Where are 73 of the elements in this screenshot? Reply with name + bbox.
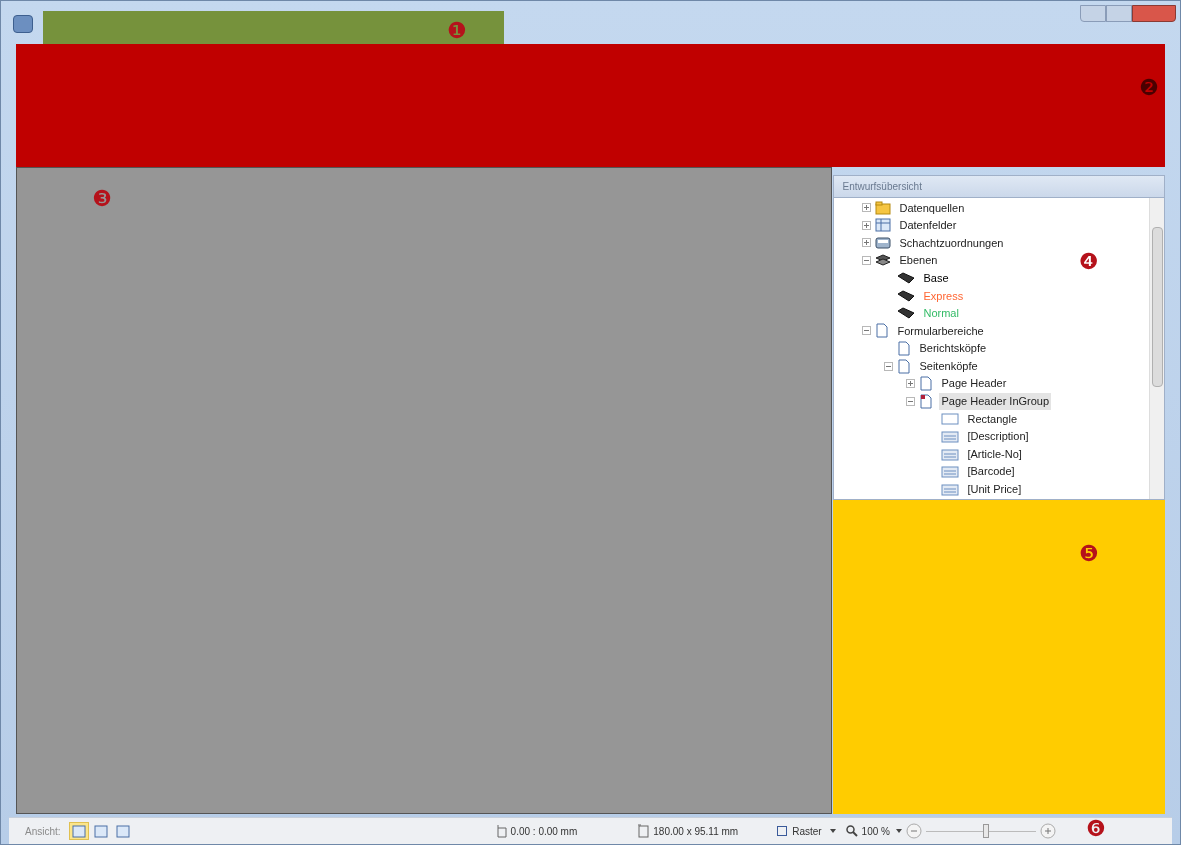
grid-icon: [776, 825, 789, 837]
plus-icon: [907, 380, 915, 388]
text-field-icon: [941, 465, 960, 479]
expand-toggle[interactable]: [862, 220, 872, 230]
tree-item[interactable]: Seitenköpfe: [917, 357, 980, 375]
position-text: 0.00 : 0.00 mm: [510, 824, 578, 839]
tree-item[interactable]: Datenquellen: [897, 199, 967, 217]
grid-dropdown[interactable]: Raster: [776, 823, 822, 839]
close-button[interactable]: [1132, 5, 1176, 22]
page-icon: [875, 323, 890, 339]
zoom-slider[interactable]: [925, 823, 1036, 839]
tree-item[interactable]: [Unit Price]: [965, 481, 1024, 498]
rectangle-icon: [941, 412, 960, 426]
tree-item[interactable]: Page Header: [939, 375, 1009, 392]
callout-number: ❹: [1079, 251, 1099, 273]
layers-icon: [875, 253, 892, 268]
app-icon[interactable]: [13, 15, 33, 33]
tree-item[interactable]: [Article-No]: [965, 445, 1024, 463]
tree-item[interactable]: Rectangle: [965, 410, 1019, 428]
minimize-button[interactable]: [1080, 5, 1106, 22]
zoom-text: 100 %: [861, 824, 890, 839]
expand-toggle[interactable]: [862, 238, 872, 248]
tree-item[interactable]: Schachtzuordnungen: [897, 234, 1006, 252]
plus-icon: [863, 221, 871, 229]
table-icon: [875, 218, 892, 233]
callout-number: ❶: [447, 20, 467, 42]
expand-toggle[interactable]: [906, 379, 916, 389]
tree-item[interactable]: [Description]: [965, 428, 1031, 445]
tree-item[interactable]: Datenfelder: [897, 217, 959, 234]
slider-thumb[interactable]: [983, 824, 990, 838]
tray-icon: [875, 236, 892, 250]
tree-item[interactable]: Ebenen: [897, 252, 940, 269]
page-icon: [897, 341, 912, 357]
callout-number: ❸: [92, 188, 112, 210]
eraser-icon: [897, 289, 916, 302]
callout-number: ❻: [1086, 818, 1106, 840]
view-label: Ansicht:: [25, 824, 61, 839]
zoom-in-icon[interactable]: [1039, 823, 1056, 839]
collapse-toggle[interactable]: [906, 396, 916, 406]
text-field-icon: [941, 430, 960, 443]
callout-number: ❺: [1079, 543, 1099, 565]
text-field-icon: [941, 447, 960, 461]
collapse-toggle[interactable]: [862, 326, 872, 336]
collapse-toggle[interactable]: [884, 361, 894, 371]
view-button[interactable]: [68, 822, 89, 840]
scrollbar[interactable]: [1149, 198, 1164, 499]
page-icon: [919, 393, 934, 409]
page-icon: [897, 358, 912, 374]
plus-icon: [863, 239, 871, 247]
tree-item[interactable]: Page Header InGroup: [939, 393, 1052, 410]
size-text: 180.00 x 95.11 mm: [653, 824, 739, 839]
tree-item[interactable]: Formularbereiche: [895, 322, 986, 340]
expand-toggle[interactable]: [862, 203, 872, 213]
maximize-button[interactable]: [1106, 5, 1132, 22]
callout-number: ❷: [1139, 77, 1159, 99]
position-icon: [494, 824, 507, 838]
tree-item[interactable]: Base: [921, 269, 951, 287]
zoom-out-icon[interactable]: [905, 823, 922, 839]
eraser-icon: [897, 272, 916, 285]
eraser-icon: [897, 307, 916, 320]
plus-icon: [863, 204, 871, 212]
tree-item[interactable]: [Barcode]: [965, 463, 1017, 480]
scrollbar-thumb[interactable]: [1151, 227, 1163, 387]
collapse-toggle[interactable]: [862, 256, 872, 266]
text-field-icon: [941, 482, 960, 496]
tree-item[interactable]: Berichtsköpfe: [917, 340, 989, 357]
page-icon: [919, 376, 934, 392]
panel-title: Entwurfsübersicht: [833, 175, 1165, 197]
size-icon: [637, 824, 650, 838]
zoom-icon: [845, 825, 858, 837]
dropdown-icon: [829, 829, 836, 833]
folder-icon: [875, 200, 892, 215]
dropdown-icon: [895, 829, 902, 833]
